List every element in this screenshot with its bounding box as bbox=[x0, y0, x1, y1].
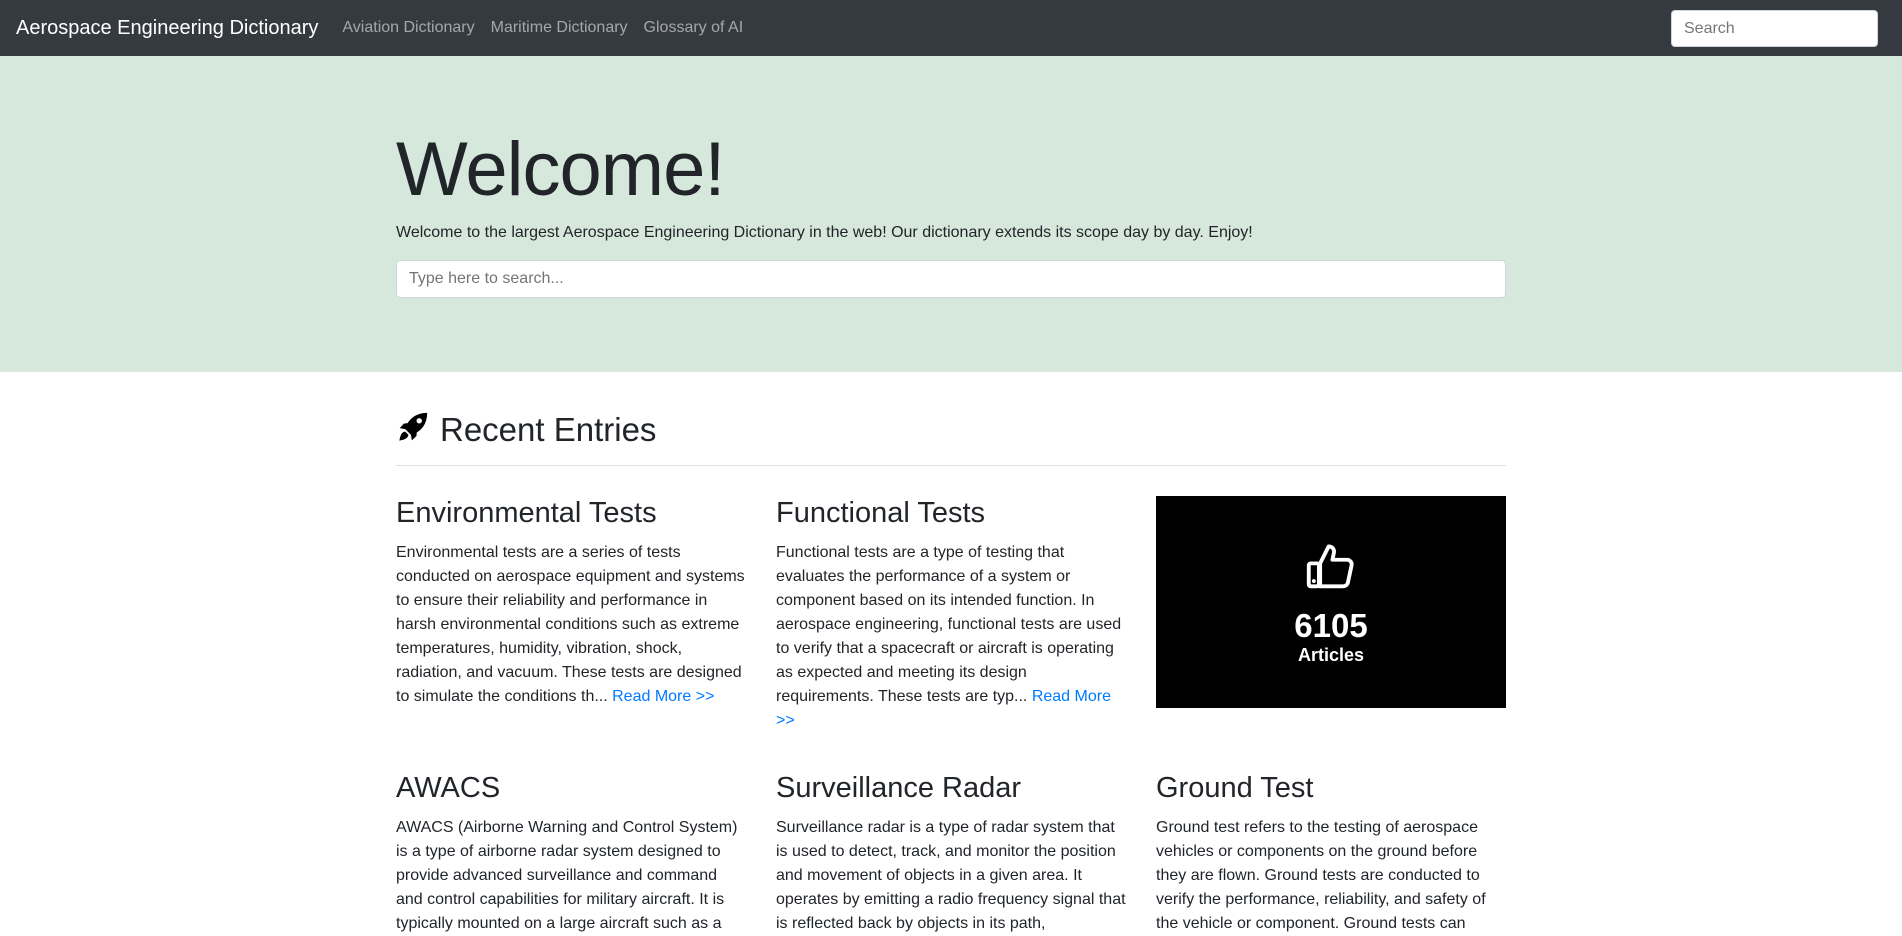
entry-excerpt: Functional tests are a type of testing t… bbox=[776, 541, 1126, 733]
entry-card: Ground Test Ground test refers to the te… bbox=[1156, 771, 1506, 936]
entry-excerpt-text: Environmental tests are a series of test… bbox=[396, 543, 745, 705]
entry-excerpt-text: Functional tests are a type of testing t… bbox=[776, 543, 1122, 705]
section-divider bbox=[396, 465, 1506, 466]
entry-card: Surveillance Radar Surveillance radar is… bbox=[776, 771, 1126, 936]
navbar-search-input[interactable] bbox=[1671, 10, 1878, 47]
entry-title[interactable]: AWACS bbox=[396, 771, 746, 806]
top-navbar: Aerospace Engineering Dictionary Aviatio… bbox=[0, 0, 1902, 56]
entry-excerpt: Surveillance radar is a type of radar sy… bbox=[776, 818, 1126, 932]
entry-title[interactable]: Surveillance Radar bbox=[776, 771, 1126, 806]
nav-link-aviation-dictionary[interactable]: Aviation Dictionary bbox=[342, 19, 474, 37]
articles-count: 6105 bbox=[1294, 607, 1368, 644]
entry-title[interactable]: Ground Test bbox=[1156, 771, 1506, 806]
hero-title: Welcome! bbox=[396, 127, 725, 212]
entry-excerpt: Ground test refers to the testing of aer… bbox=[1156, 818, 1486, 932]
recent-entries-title: Recent Entries bbox=[440, 410, 657, 448]
recent-entries-section: Recent Entries Environmental Tests Envir… bbox=[0, 372, 1902, 936]
nav-link-glossary-of-ai[interactable]: Glossary of AI bbox=[644, 19, 744, 37]
articles-count-box: 6105 Articles bbox=[1156, 496, 1506, 708]
entry-excerpt: Environmental tests are a series of test… bbox=[396, 541, 746, 709]
thumbs-up-icon bbox=[1302, 538, 1360, 601]
entry-card: Functional Tests Functional tests are a … bbox=[776, 496, 1126, 733]
entries-grid: Environmental Tests Environmental tests … bbox=[396, 496, 1506, 936]
nav-link-maritime-dictionary[interactable]: Maritime Dictionary bbox=[491, 19, 628, 37]
read-more-link[interactable]: Read More >> bbox=[612, 688, 714, 705]
entry-card: Environmental Tests Environmental tests … bbox=[396, 496, 746, 733]
rocket-icon bbox=[396, 410, 430, 449]
nav-links: Aviation Dictionary Maritime Dictionary … bbox=[342, 19, 743, 37]
entry-card: AWACS AWACS (Airborne Warning and Contro… bbox=[396, 771, 746, 936]
recent-entries-header: Recent Entries bbox=[396, 410, 1506, 449]
articles-label: Articles bbox=[1297, 645, 1365, 665]
site-brand[interactable]: Aerospace Engineering Dictionary bbox=[16, 17, 318, 40]
entry-title[interactable]: Functional Tests bbox=[776, 496, 1126, 531]
hero-search-input[interactable] bbox=[396, 259, 1506, 298]
hero-lead-text: Welcome to the largest Aerospace Enginee… bbox=[396, 223, 1253, 241]
entry-excerpt: AWACS (Airborne Warning and Control Syst… bbox=[396, 818, 738, 932]
entry-title[interactable]: Environmental Tests bbox=[396, 496, 746, 531]
welcome-hero: Welcome! Welcome to the largest Aerospac… bbox=[0, 56, 1902, 372]
